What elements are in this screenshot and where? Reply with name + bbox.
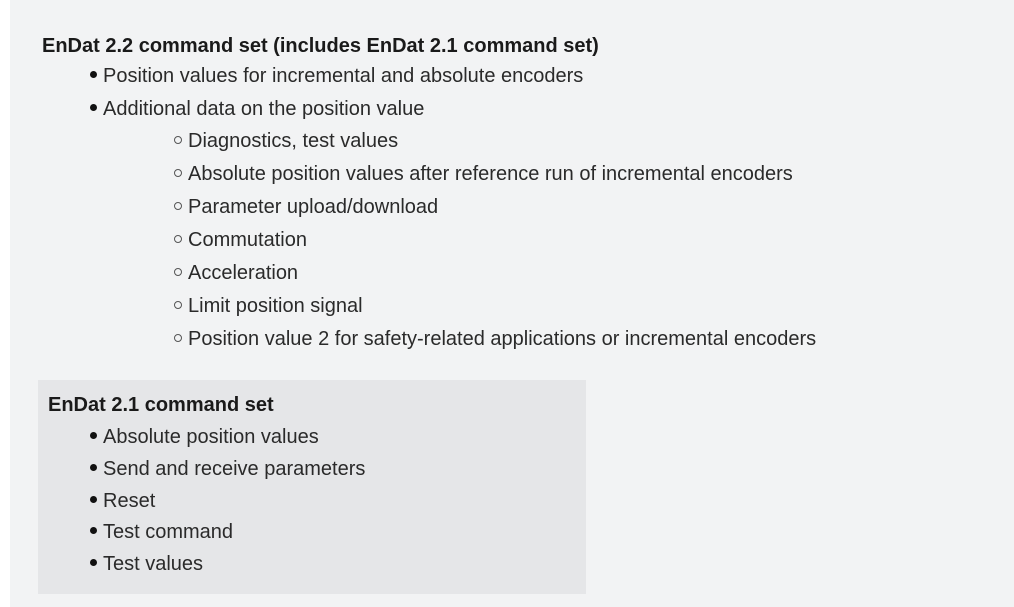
bullet-icon <box>90 496 97 504</box>
bullet-icon <box>90 104 97 112</box>
circle-bullet-icon <box>174 267 182 276</box>
bullet-icon <box>90 432 97 440</box>
endat-21-box: EnDat 2.1 command set Absolute position … <box>38 380 586 594</box>
list-item: Absolute position values <box>90 425 319 449</box>
bullet-icon <box>90 559 97 567</box>
endat-22-heading: EnDat 2.2 command set (includes EnDat 2.… <box>42 35 599 57</box>
circle-bullet-icon <box>174 168 182 177</box>
sub-list-item: Limit position signal <box>174 294 363 318</box>
list-item: Test command <box>90 520 233 544</box>
endat-21-heading: EnDat 2.1 command set <box>48 394 274 416</box>
sub-list-item: Diagnostics, test values <box>174 129 398 153</box>
list-item: Send and receive parameters <box>90 457 365 481</box>
circle-bullet-icon <box>174 135 182 144</box>
circle-bullet-icon <box>174 300 182 309</box>
sub-list-item: Position value 2 for safety-related appl… <box>174 327 816 351</box>
circle-bullet-icon <box>174 234 182 243</box>
list-item: Additional data on the position value <box>90 97 424 121</box>
bullet-icon <box>90 71 97 79</box>
list-item: Test values <box>90 552 203 576</box>
circle-bullet-icon <box>174 333 182 342</box>
bullet-icon <box>90 527 97 535</box>
endat-command-set-panel: EnDat 2.2 command set (includes EnDat 2.… <box>10 0 1014 607</box>
bullet-icon <box>90 464 97 472</box>
list-item: Position values for incremental and abso… <box>90 64 583 88</box>
sub-list-item: Parameter upload/download <box>174 195 438 219</box>
sub-list-item: Commutation <box>174 228 307 252</box>
list-item: Reset <box>90 489 155 513</box>
circle-bullet-icon <box>174 201 182 210</box>
sub-list-item: Acceleration <box>174 261 298 285</box>
sub-list-item: Absolute position values after reference… <box>174 162 793 186</box>
